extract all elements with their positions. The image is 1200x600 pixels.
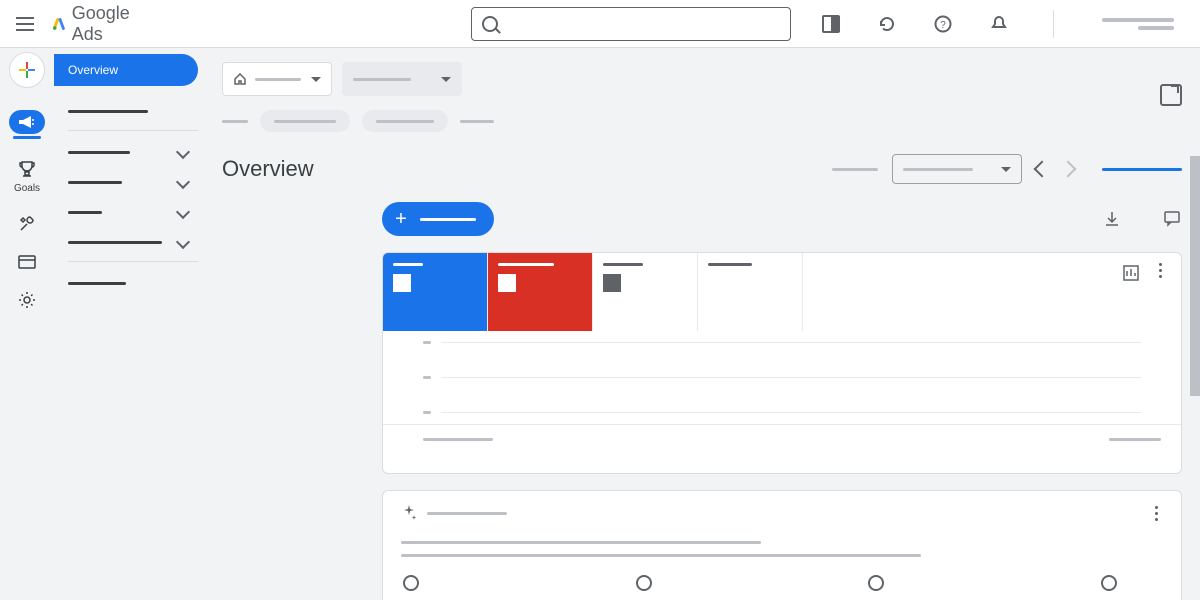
billing-card-icon	[17, 254, 37, 270]
date-range-next-button[interactable]	[1060, 161, 1077, 178]
rail-item-admin[interactable]	[0, 284, 54, 316]
notifications-icon[interactable]	[989, 14, 1009, 34]
nav-item-3[interactable]	[54, 167, 198, 197]
account-label[interactable]	[1102, 18, 1174, 30]
rail-item-billing[interactable]	[0, 248, 54, 276]
ads-logo-icon	[52, 14, 66, 34]
nav-item-overview-label: Overview	[68, 63, 118, 77]
trophy-icon	[17, 159, 37, 179]
rail-item-campaigns[interactable]	[0, 104, 54, 145]
date-range-prev-button[interactable]	[1034, 161, 1051, 178]
tools-icon	[17, 214, 37, 234]
page-title: Overview	[222, 156, 314, 182]
nav-item-6[interactable]	[54, 268, 198, 298]
main-content: Overview +	[204, 48, 1200, 600]
nav-item-overview[interactable]: Overview	[54, 54, 198, 86]
search-wrap	[471, 7, 791, 41]
appearance-icon[interactable]	[821, 14, 841, 34]
create-button[interactable]	[9, 52, 45, 88]
scorecard-header	[383, 253, 1181, 331]
feedback-icon[interactable]	[1162, 209, 1182, 229]
svg-text:?: ?	[940, 20, 946, 31]
header-toolbar: ?	[821, 9, 1200, 39]
filter-chip-1[interactable]	[260, 110, 350, 132]
download-icon[interactable]	[1102, 209, 1122, 229]
save-view-icon[interactable]	[1160, 84, 1182, 106]
nav-item-4[interactable]	[54, 197, 198, 227]
product-name: Google Ads	[72, 3, 136, 45]
chevron-down-icon	[176, 175, 190, 189]
refresh-icon[interactable]	[877, 14, 897, 34]
filter-chip-2[interactable]	[362, 110, 448, 132]
radio-icon	[868, 575, 884, 591]
scorecard-tile-2[interactable]	[488, 253, 593, 331]
scorecard-tile-1[interactable]	[383, 253, 488, 331]
sparkle-icon	[401, 505, 417, 521]
recommendation-option-1[interactable]	[403, 575, 463, 600]
date-range-dropdown[interactable]	[892, 154, 1022, 184]
vertical-scrollbar[interactable]	[1190, 48, 1200, 600]
recommendation-option-4[interactable]	[1101, 575, 1161, 600]
chevron-down-icon	[176, 145, 190, 159]
rail-label-goals: Goals	[14, 183, 40, 194]
scope-selector-row	[222, 62, 1182, 96]
divider	[1053, 10, 1054, 38]
breadcrumb	[222, 110, 1182, 132]
hamburger-menu-icon[interactable]	[16, 12, 34, 36]
secondary-navigation: Overview	[54, 48, 204, 600]
home-icon	[233, 72, 247, 86]
scorecard-footer	[383, 424, 1181, 454]
product-logo[interactable]: Google Ads	[52, 3, 136, 45]
help-icon[interactable]: ?	[933, 14, 953, 34]
recommendations-card	[382, 490, 1182, 600]
recommendation-option-2[interactable]	[636, 575, 696, 600]
recommendations-more-icon[interactable]	[1149, 506, 1163, 521]
search-icon	[482, 16, 498, 32]
plus-multicolor-icon	[18, 61, 36, 79]
nav-item-5[interactable]	[54, 227, 198, 257]
scorecard-tile-3[interactable]	[593, 253, 698, 331]
radio-icon	[636, 575, 652, 591]
scorecard-card	[382, 252, 1182, 474]
chevron-down-icon	[176, 235, 190, 249]
campaign-scope-dropdown[interactable]	[342, 62, 462, 96]
scorecard-chart	[383, 331, 1181, 424]
search-input[interactable]	[471, 7, 791, 41]
expand-chart-icon[interactable]	[1121, 263, 1141, 283]
scorecard-more-icon[interactable]	[1153, 263, 1167, 321]
chevron-down-icon	[176, 205, 190, 219]
radio-icon	[1101, 575, 1117, 591]
rail-item-goals[interactable]: Goals	[0, 153, 54, 200]
super-navigation-rail: Goals	[0, 48, 54, 600]
nav-item-1[interactable]	[54, 96, 198, 126]
nav-item-2[interactable]	[54, 137, 198, 167]
app-header: Google Ads ?	[0, 0, 1200, 48]
recommendation-options	[401, 575, 1163, 600]
scorecard-tile-4[interactable]	[698, 253, 803, 331]
rail-item-tools[interactable]	[0, 208, 54, 240]
plus-icon: +	[392, 210, 410, 228]
scroll-thumb[interactable]	[1190, 156, 1200, 396]
radio-icon	[403, 575, 419, 591]
recommendation-option-3[interactable]	[868, 575, 928, 600]
megaphone-icon	[18, 115, 36, 129]
new-campaign-button[interactable]: +	[382, 202, 494, 236]
account-scope-dropdown[interactable]	[222, 62, 332, 96]
gear-icon	[17, 290, 37, 310]
compare-tab-underline	[1102, 168, 1182, 171]
